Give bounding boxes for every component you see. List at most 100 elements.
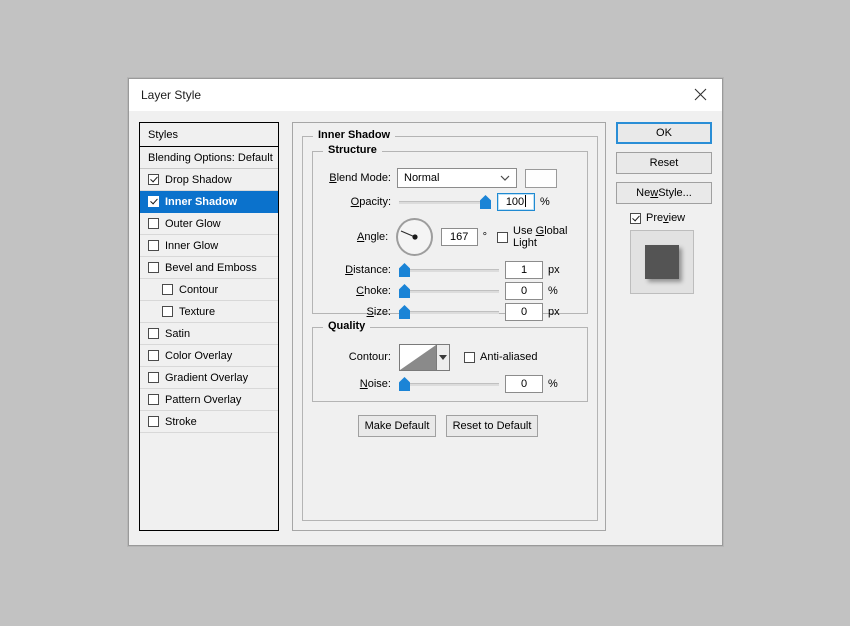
style-row-label: Drop Shadow [165, 174, 232, 186]
close-icon[interactable] [678, 79, 722, 110]
style-checkbox-2[interactable] [148, 218, 159, 229]
angle-unit: ° [483, 231, 487, 243]
ok-button[interactable]: OK [616, 122, 712, 144]
style-row-label: Bevel and Emboss [165, 262, 257, 274]
distance-slider-thumb[interactable] [399, 263, 410, 277]
inner-shadow-group-title: Inner Shadow [313, 129, 395, 141]
style-checkbox-10[interactable] [148, 394, 159, 405]
style-row-satin[interactable]: Satin [140, 323, 278, 345]
style-row-gradient-overlay[interactable]: Gradient Overlay [140, 367, 278, 389]
opacity-slider[interactable] [399, 194, 491, 210]
make-default-button[interactable]: Make Default [358, 415, 436, 437]
contour-picker[interactable] [399, 344, 450, 371]
layer-style-dialog: Layer Style Styles Blending Options: Def… [128, 78, 723, 546]
style-checkbox-0[interactable] [148, 174, 159, 185]
noise-slider-thumb[interactable] [399, 377, 410, 391]
angle-dial[interactable] [396, 218, 433, 256]
anti-aliased-label: Anti-aliased [480, 351, 537, 363]
choke-slider-thumb[interactable] [399, 284, 410, 298]
preview-toggle[interactable]: Preview [630, 212, 714, 224]
style-row-stroke[interactable]: Stroke [140, 411, 278, 433]
style-row-texture[interactable]: Texture [140, 301, 278, 323]
use-global-light-checkbox[interactable] [497, 232, 508, 243]
choke-slider[interactable] [399, 283, 499, 299]
style-checkbox-1[interactable] [148, 196, 159, 207]
noise-unit: % [548, 378, 558, 390]
style-checkbox-9[interactable] [148, 372, 159, 383]
size-slider[interactable] [399, 304, 499, 320]
reset-to-default-button[interactable]: Reset to Default [446, 415, 538, 437]
preview-checkbox[interactable] [630, 213, 641, 224]
distance-slider-track [399, 269, 499, 272]
structure-group-title: Structure [323, 144, 382, 156]
choke-slider-track [399, 290, 499, 293]
style-row-inner-shadow[interactable]: Inner Shadow [140, 191, 278, 213]
chevron-down-icon [500, 172, 510, 184]
size-unit: px [548, 306, 560, 318]
style-row-contour[interactable]: Contour [140, 279, 278, 301]
style-checkbox-5[interactable] [162, 284, 173, 295]
preview-thumbnail [630, 230, 694, 294]
blend-mode-select[interactable]: Normal [397, 168, 517, 188]
dialog-body: Styles Blending Options: Default Drop Sh… [129, 111, 722, 545]
noise-input[interactable]: 0 [505, 375, 543, 393]
opacity-unit: % [540, 196, 550, 208]
styles-list-empty-area [140, 433, 278, 530]
dialog-titlebar: Layer Style [129, 79, 722, 111]
style-checkbox-6[interactable] [162, 306, 173, 317]
quality-group: Quality Contour: [312, 327, 588, 402]
contour-row: Contour: [323, 342, 581, 372]
new-style-button[interactable]: New Style... [616, 182, 712, 204]
noise-row: Noise: 0 % [323, 374, 581, 394]
size-input[interactable]: 0 [505, 303, 543, 321]
noise-label: Noise: [323, 378, 391, 390]
angle-label: Angle: [323, 231, 388, 243]
style-row-inner-glow[interactable]: Inner Glow [140, 235, 278, 257]
contour-dropdown-icon[interactable] [437, 344, 450, 371]
style-checkbox-7[interactable] [148, 328, 159, 339]
distance-unit: px [548, 264, 560, 276]
settings-panel: Inner Shadow Structure Blend Mode: Norma… [292, 122, 606, 531]
styles-list-header: Styles [140, 123, 278, 147]
style-checkbox-8[interactable] [148, 350, 159, 361]
distance-input[interactable]: 1 [505, 261, 543, 279]
style-checkbox-4[interactable] [148, 262, 159, 273]
use-global-light-label: Use Global Light [513, 225, 591, 249]
distance-label: Distance: [323, 264, 391, 276]
noise-slider[interactable] [399, 376, 499, 392]
style-checkbox-11[interactable] [148, 416, 159, 427]
style-checkbox-3[interactable] [148, 240, 159, 251]
choke-row: Choke: 0 % [323, 281, 581, 301]
distance-slider[interactable] [399, 262, 499, 278]
structure-group: Structure Blend Mode: Normal [312, 151, 588, 314]
contour-label: Contour: [323, 351, 391, 363]
angle-input[interactable]: 167 [441, 228, 478, 246]
opacity-slider-thumb[interactable] [480, 195, 491, 209]
style-row-outer-glow[interactable]: Outer Glow [140, 213, 278, 235]
blending-options-row[interactable]: Blending Options: Default [140, 147, 278, 169]
style-row-label: Satin [165, 328, 190, 340]
style-row-color-overlay[interactable]: Color Overlay [140, 345, 278, 367]
style-row-label: Inner Shadow [165, 196, 237, 208]
style-row-label: Gradient Overlay [165, 372, 248, 384]
choke-input[interactable]: 0 [505, 282, 543, 300]
distance-row: Distance: 1 px [323, 260, 581, 280]
default-buttons: Make Default Reset to Default [358, 415, 538, 437]
reset-button[interactable]: Reset [616, 152, 712, 174]
angle-row: Angle: 167 ° Use Global Light [323, 216, 591, 258]
style-row-label: Stroke [165, 416, 197, 428]
style-row-bevel-and-emboss[interactable]: Bevel and Emboss [140, 257, 278, 279]
blend-mode-value: Normal [404, 172, 439, 184]
opacity-label: Opacity: [323, 196, 391, 208]
style-row-label: Outer Glow [165, 218, 221, 230]
opacity-input[interactable]: 100 [497, 193, 535, 211]
shadow-color-swatch[interactable] [525, 169, 557, 188]
size-slider-thumb[interactable] [399, 305, 410, 319]
style-row-drop-shadow[interactable]: Drop Shadow [140, 169, 278, 191]
contour-preview-icon [399, 344, 437, 371]
style-row-label: Contour [179, 284, 218, 296]
anti-aliased-checkbox[interactable] [464, 352, 475, 363]
style-row-pattern-overlay[interactable]: Pattern Overlay [140, 389, 278, 411]
choke-label: Choke: [323, 285, 391, 297]
styles-rows: Drop Shadow Inner Shadow Outer Glow Inner G… [140, 169, 278, 433]
